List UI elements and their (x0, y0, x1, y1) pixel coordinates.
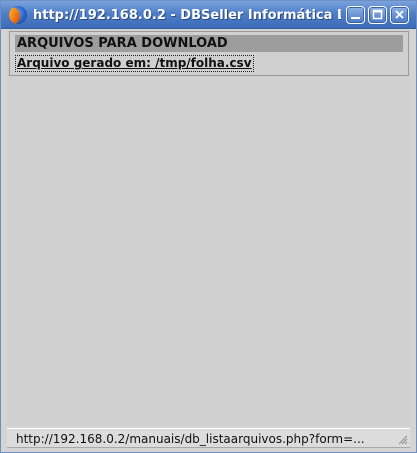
close-icon (395, 10, 404, 19)
downloads-panel: ARQUIVOS PARA DOWNLOAD Arquivo gerado em… (9, 31, 409, 76)
resize-grip-icon[interactable] (396, 433, 408, 445)
status-url: http://192.168.0.2/manuais/db_listaarqui… (16, 432, 365, 446)
firefox-icon (9, 6, 27, 24)
status-bar: http://192.168.0.2/manuais/db_listaarqui… (7, 428, 410, 448)
minimize-button[interactable] (346, 6, 365, 24)
panel-header: ARQUIVOS PARA DOWNLOAD (15, 35, 403, 52)
maximize-icon (372, 9, 383, 20)
title-bar[interactable]: http://192.168.0.2 - DBSeller Informátic… (1, 1, 416, 29)
download-file-link[interactable]: Arquivo gerado em: /tmp/folha.csv (15, 55, 254, 72)
page-content: ARQUIVOS PARA DOWNLOAD Arquivo gerado em… (7, 30, 410, 426)
close-button[interactable] (390, 6, 409, 24)
maximize-button[interactable] (368, 6, 387, 24)
window-title: http://192.168.0.2 - DBSeller Informátic… (33, 8, 341, 23)
minimize-icon (351, 17, 360, 19)
popup-window: http://192.168.0.2 - DBSeller Informátic… (0, 0, 417, 453)
